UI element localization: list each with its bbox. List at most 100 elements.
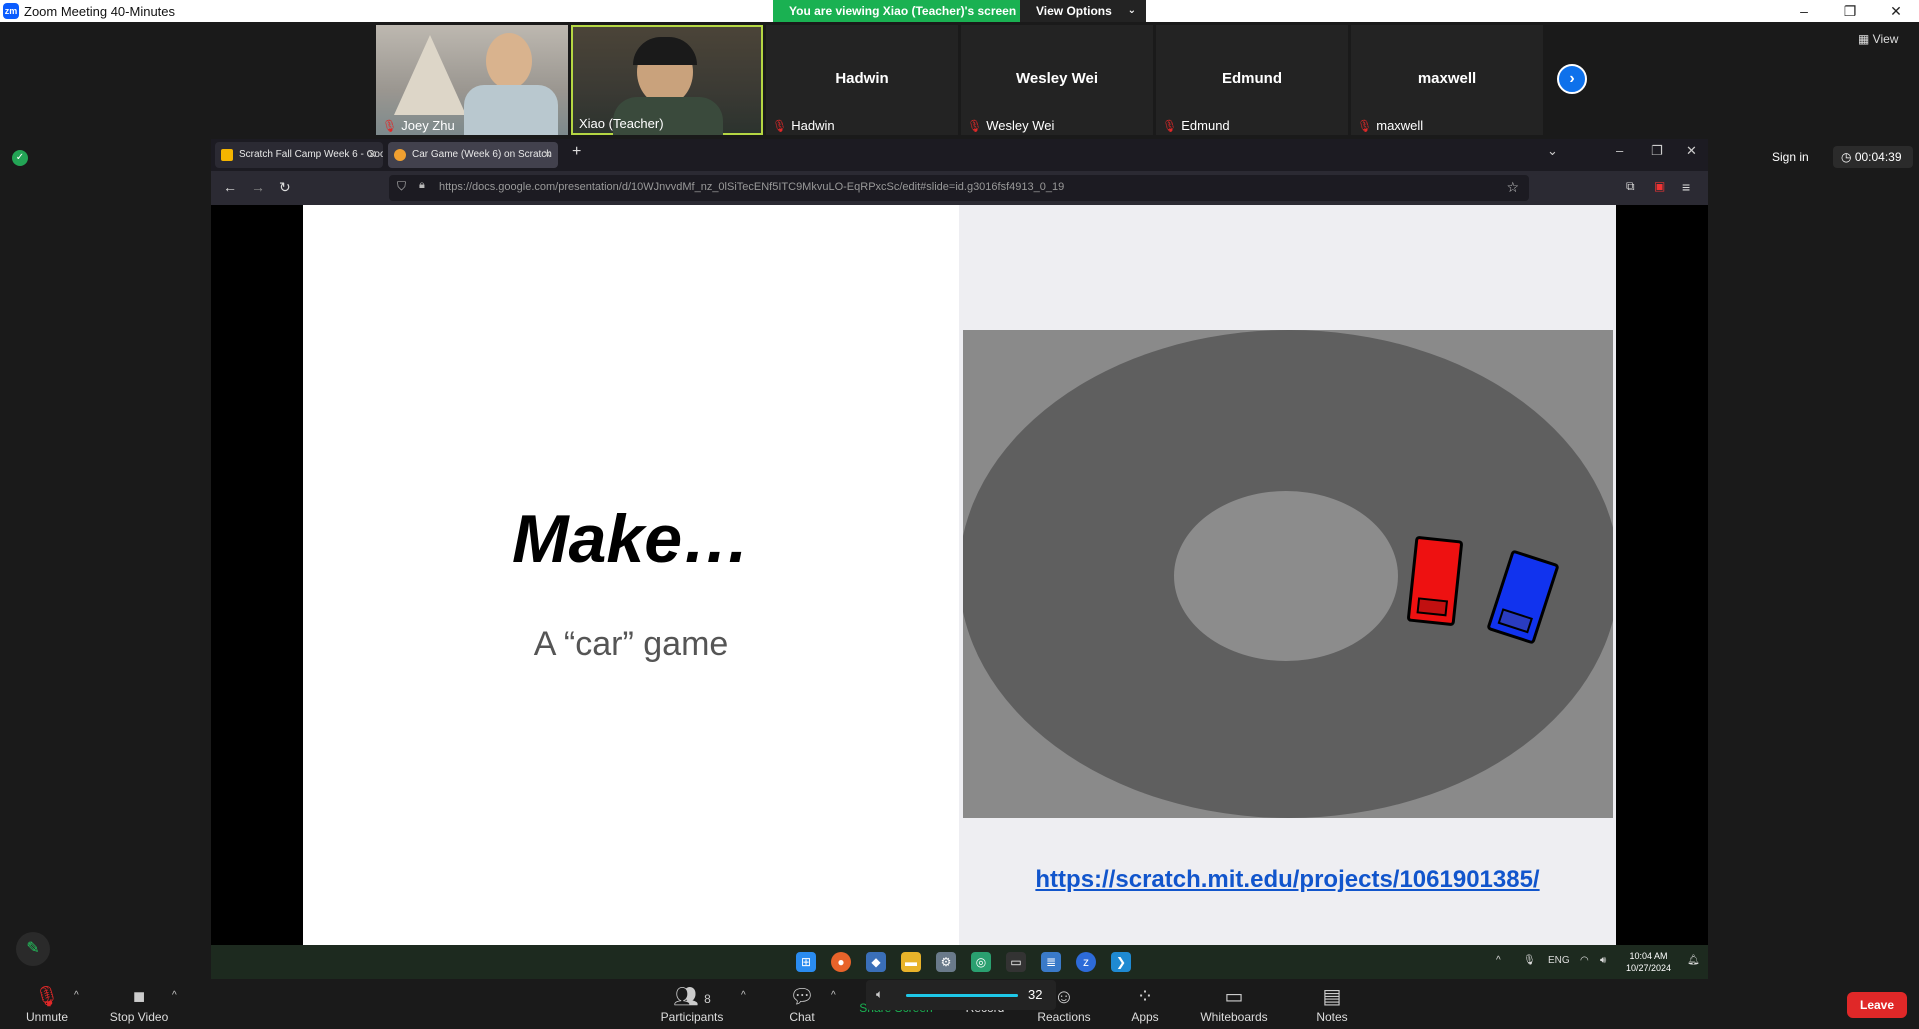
meeting-timer: ◷ 00:04:39	[1833, 146, 1913, 168]
shield-icon[interactable]: ✓	[12, 150, 28, 166]
participant-display-name: Edmund	[1222, 70, 1282, 87]
close-tab-icon[interactable]: ✕	[368, 142, 377, 168]
participant-display-name: Hadwin	[835, 70, 889, 87]
language-indicator[interactable]: ENG	[1548, 955, 1570, 966]
browser-restore-icon[interactable]: ❐	[1651, 143, 1663, 159]
tray-chevron-icon[interactable]: ^	[1496, 955, 1501, 966]
whiteboards-button[interactable]: ▭ Whiteboards	[1198, 986, 1270, 1024]
participant-tile[interactable]: Hadwin 🎙︎ Hadwin	[766, 25, 958, 135]
participant-name: 🎙︎ Edmund	[1162, 118, 1230, 133]
terminal-icon[interactable]: ▭	[1006, 952, 1026, 972]
minimize-button[interactable]: –	[1781, 0, 1827, 22]
notepad-icon[interactable]: ≣	[1041, 952, 1061, 972]
chat-bubble-icon: 💬︎	[789, 986, 815, 1008]
browser-tab-active[interactable]: Car Game (Week 6) on Scratch ✕	[388, 142, 558, 168]
search-app-icon[interactable]: ◎	[971, 952, 991, 972]
close-tab-icon[interactable]: ✕	[543, 142, 552, 168]
volume-control[interactable]: 🔈︎ 32	[866, 980, 1056, 1010]
audio-options-caret[interactable]: ^	[74, 990, 79, 1001]
presentation-slide: Make… A “car” game https://scratch.mit.e…	[303, 205, 1616, 945]
mic-muted-icon: 🎙︎	[382, 118, 398, 133]
bookmark-star-icon[interactable]: ☆	[1506, 179, 1519, 196]
participant-tile[interactable]: maxwell 🎙︎ maxwell	[1351, 25, 1543, 135]
browser-close-icon[interactable]: ✕	[1686, 143, 1697, 159]
window-title: Zoom Meeting 40-Minutes	[24, 4, 176, 19]
video-camera-icon: ■	[132, 986, 146, 1008]
tab-list-icon[interactable]: ⌄	[1547, 143, 1558, 159]
address-bar[interactable]: ⛉ 🔒︎ https://docs.google.com/presentatio…	[389, 175, 1529, 201]
car-window	[1416, 597, 1449, 617]
chat-button[interactable]: 💬︎ Chat	[784, 986, 820, 1024]
participant-tile-active-speaker[interactable]: Xiao (Teacher)	[571, 25, 763, 135]
next-page-button[interactable]: ›	[1557, 64, 1587, 94]
tracking-shield-icon: ⛉	[397, 179, 407, 193]
participant-tile[interactable]: Wesley Wei 🎙︎ Wesley Wei	[961, 25, 1153, 135]
vscode-icon[interactable]: ❯	[1111, 952, 1131, 972]
car-window	[1497, 608, 1533, 634]
participants-button[interactable]: 👥︎ 8 Participants	[656, 986, 728, 1024]
back-icon[interactable]: ←	[223, 179, 237, 195]
settings-gear-icon[interactable]: ⚙	[936, 952, 956, 972]
notification-bell-icon[interactable]: 🔔︎	[1687, 955, 1700, 966]
stop-video-button[interactable]: ■ Stop Video	[106, 986, 172, 1024]
windows-start-icon[interactable]: ⊞	[796, 952, 816, 972]
unmute-button[interactable]: 🎙︎ Unmute	[22, 986, 72, 1024]
browser-nav-bar: ← → ↻ ⛉ 🔒︎ https://docs.google.com/prese…	[211, 171, 1708, 205]
meeting-toolbar: 🎙︎ Unmute ^ ■ Stop Video ^ 👥︎ 8 Particip…	[0, 980, 1919, 1029]
track-infield	[1174, 491, 1398, 661]
notes-button[interactable]: ▤ Notes	[1314, 986, 1350, 1024]
slide-left-panel: Make… A “car” game	[303, 205, 959, 945]
reload-icon[interactable]: ↻	[279, 179, 291, 196]
chat-caret[interactable]: ^	[831, 990, 836, 1001]
speaker-icon[interactable]: 🔊︎	[1600, 955, 1606, 966]
windows-taskbar: ⊞ ● ◆ ▬ ⚙ ◎ ▭ ≣ z ❯ ^ 🎙︎ ENG ◠ 🔊︎ 10:04 …	[211, 945, 1708, 979]
participant-tile[interactable]: 🎙︎ Joey Zhu	[376, 25, 568, 135]
slide-title: Make…	[511, 501, 751, 577]
car-game-screenshot	[963, 330, 1613, 818]
mic-muted-icon: 🎙︎	[772, 118, 788, 133]
close-button[interactable]: ✕	[1873, 0, 1919, 22]
file-explorer-icon[interactable]: ▬	[901, 952, 921, 972]
sign-in-link[interactable]: Sign in	[1772, 150, 1809, 164]
viewing-text: You are viewing Xiao (Teacher)'s screen	[789, 4, 1017, 18]
restore-button[interactable]: ❐	[1827, 0, 1873, 22]
forward-icon[interactable]: →	[251, 179, 265, 195]
participant-display-name: maxwell	[1417, 70, 1477, 87]
apps-button[interactable]: ⁘ Apps	[1128, 986, 1162, 1024]
browser-tab-bar: Scratch Fall Camp Week 6 - Goo ✕ Car Gam…	[211, 139, 1708, 171]
volume-slider[interactable]	[906, 994, 1018, 997]
chevron-right-icon: ›	[1569, 70, 1575, 87]
zoom-app-icon[interactable]: z	[1076, 952, 1096, 972]
view-options-label: View Options	[1036, 4, 1112, 18]
microphone-icon[interactable]: 🎙︎	[1523, 955, 1536, 966]
view-button[interactable]: ▦ View	[1858, 32, 1898, 46]
taskbar-clock[interactable]: 10:04 AM 10/27/2024	[1626, 950, 1671, 974]
extensions-icon[interactable]: ⧉	[1626, 179, 1635, 194]
wifi-icon[interactable]: ◠	[1580, 955, 1589, 966]
participant-name: Xiao (Teacher)	[579, 116, 664, 131]
clock-date: 10/27/2024	[1626, 963, 1672, 973]
chevron-down-icon: ⌄	[1127, 5, 1136, 16]
participant-tile[interactable]: Edmund 🎙︎ Edmund	[1156, 25, 1348, 135]
firefox-icon[interactable]: ●	[831, 952, 851, 972]
video-person-body	[464, 85, 558, 135]
scratch-project-link[interactable]: https://scratch.mit.edu/projects/1061901…	[959, 866, 1616, 894]
leave-button[interactable]: Leave	[1847, 992, 1907, 1018]
browser-tab[interactable]: Scratch Fall Camp Week 6 - Goo ✕	[215, 142, 383, 168]
clock-icon: ◷	[1841, 150, 1855, 164]
video-options-caret[interactable]: ^	[172, 990, 177, 1001]
view-options-button[interactable]: View Options ⌄	[1020, 0, 1146, 22]
mic-muted-icon: 🎙︎	[1357, 118, 1373, 133]
whiteboard-icon: ▭	[1224, 986, 1244, 1008]
annotate-pencil-icon[interactable]: ✎	[16, 932, 50, 966]
addon-icon[interactable]: ▣	[1654, 179, 1665, 193]
mic-muted-icon: 🎙︎	[967, 118, 983, 133]
participants-caret[interactable]: ^	[741, 990, 746, 1001]
app-icon[interactable]: ◆	[866, 952, 886, 972]
menu-icon[interactable]: ≡	[1682, 179, 1690, 195]
browser-minimize-icon[interactable]: –	[1616, 143, 1623, 158]
participants-count: 8	[704, 992, 711, 1006]
video-person-hair	[633, 37, 697, 65]
new-tab-button[interactable]: +	[572, 143, 581, 161]
reactions-button[interactable]: ☺ Reactions	[1036, 986, 1092, 1024]
